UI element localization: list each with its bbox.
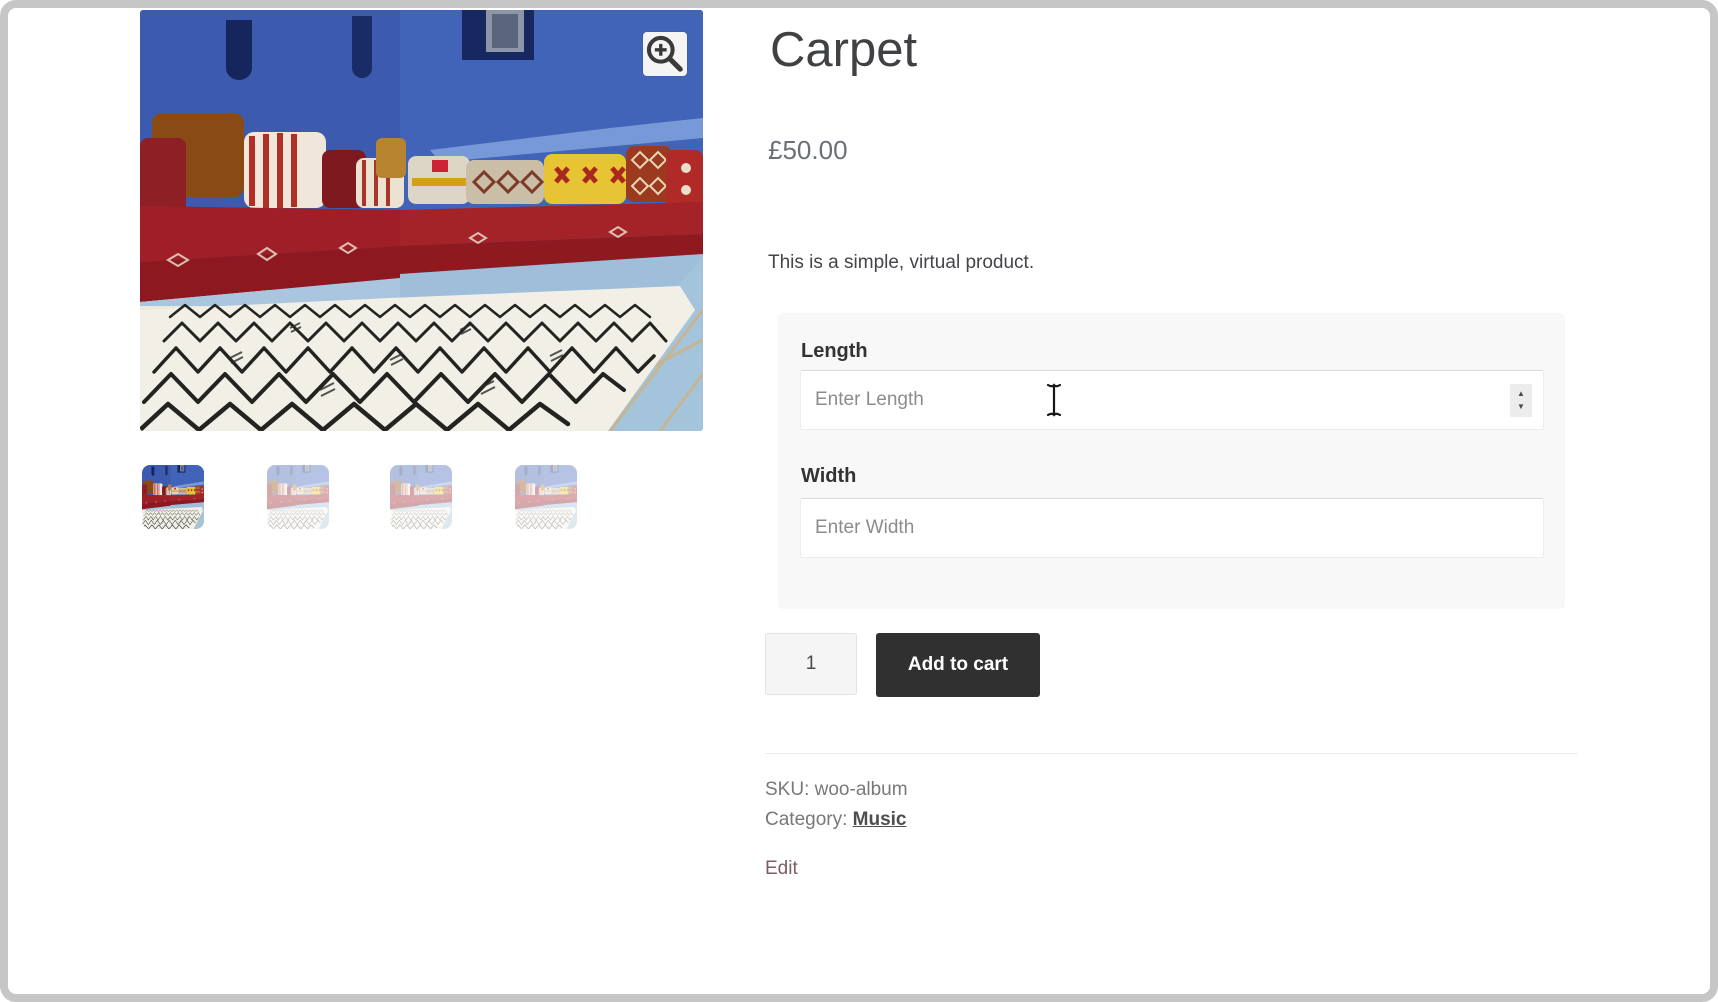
quantity-input[interactable] xyxy=(765,633,857,695)
product-title: Carpet xyxy=(770,22,917,78)
product-description: This is a simple, virtual product. xyxy=(768,252,1034,274)
length-input[interactable] xyxy=(800,370,1544,430)
sku-value: woo-album xyxy=(815,779,908,800)
thumbnail-photo xyxy=(267,465,329,529)
width-label: Width xyxy=(801,465,856,488)
product-meta: SKU: woo-album Category: Music xyxy=(765,775,908,835)
length-label: Length xyxy=(801,340,868,363)
product-price: £50.00 xyxy=(768,135,848,166)
gallery-thumbnail-3[interactable] xyxy=(390,465,452,529)
width-field-wrap xyxy=(800,498,1544,558)
thumbnail-photo xyxy=(142,465,204,529)
gallery-thumbnail-1[interactable] xyxy=(142,465,204,529)
stepper-down-icon[interactable]: ▼ xyxy=(1517,403,1525,411)
product-image[interactable] xyxy=(140,10,703,431)
category-label: Category: xyxy=(765,809,847,830)
zoom-button[interactable] xyxy=(643,32,687,76)
moroccan-room-photo xyxy=(140,10,703,431)
product-page: Carpet £50.00 This is a simple, virtual … xyxy=(0,0,1718,1002)
sku-label: SKU: xyxy=(765,779,809,800)
category-link[interactable]: Music xyxy=(853,809,907,830)
edit-link[interactable]: Edit xyxy=(765,858,798,880)
length-stepper[interactable]: ▲ ▼ xyxy=(1510,384,1532,417)
gallery-thumbnail-2[interactable] xyxy=(267,465,329,529)
magnifier-plus-icon xyxy=(643,32,687,76)
thumbnail-photo xyxy=(515,465,577,529)
divider xyxy=(765,753,1578,754)
width-input[interactable] xyxy=(800,498,1544,558)
stepper-up-icon[interactable]: ▲ xyxy=(1517,390,1525,398)
measurement-form: Length ▲ ▼ Width xyxy=(778,313,1565,609)
add-to-cart-button[interactable]: Add to cart xyxy=(876,633,1040,697)
sku-row: SKU: woo-album xyxy=(765,775,908,805)
category-row: Category: Music xyxy=(765,805,908,835)
thumbnail-photo xyxy=(390,465,452,529)
gallery-thumbnail-4[interactable] xyxy=(515,465,577,529)
length-field-wrap: ▲ ▼ xyxy=(800,370,1544,430)
